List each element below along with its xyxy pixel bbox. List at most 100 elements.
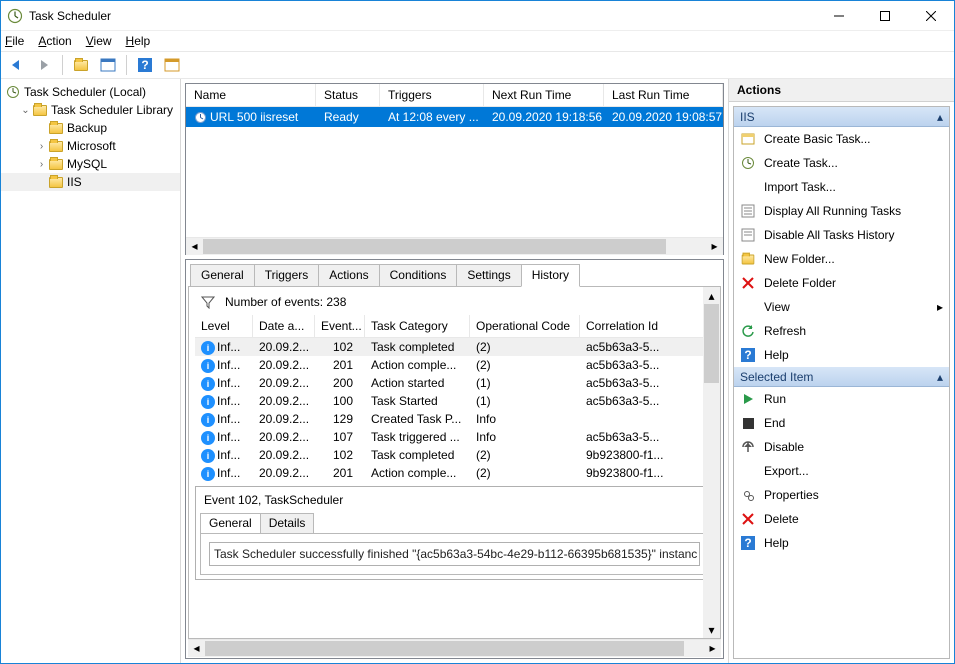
- action-refresh[interactable]: Refresh: [734, 319, 949, 343]
- action-create-basic-task[interactable]: Create Basic Task...: [734, 127, 949, 151]
- clock-icon: [5, 84, 21, 100]
- svg-text:?: ?: [141, 58, 148, 72]
- tree-root-label: Task Scheduler (Local): [24, 85, 146, 99]
- event-message: Task Scheduler successfully finished "{a…: [209, 542, 700, 566]
- history-col-date[interactable]: Date a...: [253, 315, 315, 337]
- task-status: Ready: [316, 108, 380, 126]
- tree-library[interactable]: ⌄ Task Scheduler Library: [1, 101, 180, 119]
- event-count-label: Number of events: 238: [225, 295, 346, 309]
- tree-item-mysql[interactable]: ›MySQL: [1, 155, 180, 173]
- column-next[interactable]: Next Run Time: [484, 84, 604, 106]
- history-col-corr[interactable]: Correlation Id: [580, 315, 714, 337]
- tree-library-label: Task Scheduler Library: [51, 103, 173, 117]
- close-button[interactable]: [908, 1, 954, 31]
- history-row[interactable]: iInf...20.09.2...102Task completed(2)9b9…: [195, 446, 714, 464]
- svg-text:?: ?: [744, 536, 751, 550]
- svg-text:?: ?: [744, 348, 751, 362]
- action-disable[interactable]: Disable: [734, 435, 949, 459]
- task-list-panel: Name Status Triggers Next Run Time Last …: [185, 83, 724, 255]
- extra-panel-button[interactable]: [160, 54, 184, 76]
- task-detail-panel: General Triggers Actions Conditions Sett…: [185, 259, 724, 659]
- history-row[interactable]: iInf...20.09.2...129Created Task P...Inf…: [195, 410, 714, 428]
- up-button[interactable]: [69, 54, 93, 76]
- task-triggers: At 12:08 every ...: [380, 108, 484, 126]
- subtab-general[interactable]: General: [200, 513, 261, 533]
- tree-item-microsoft[interactable]: ›Microsoft: [1, 137, 180, 155]
- menu-file[interactable]: File: [5, 34, 24, 48]
- column-triggers[interactable]: Triggers: [380, 84, 484, 106]
- detail-hscroll[interactable]: ◂▸: [188, 639, 721, 656]
- tab-history[interactable]: History: [521, 264, 580, 287]
- actions-section-selected[interactable]: Selected Item ▴: [734, 367, 949, 387]
- tree-item-backup[interactable]: Backup: [1, 119, 180, 137]
- action-export[interactable]: Export...: [734, 459, 949, 483]
- subtab-details[interactable]: Details: [260, 513, 315, 533]
- history-row[interactable]: iInf...20.09.2...100Task Started(1)ac5b6…: [195, 392, 714, 410]
- history-row[interactable]: iInf...20.09.2...107Task triggered ...In…: [195, 428, 714, 446]
- history-row[interactable]: iInf...20.09.2...201Action comple...(2)9…: [195, 464, 714, 482]
- task-next: 20.09.2020 19:18:56: [484, 108, 604, 126]
- task-last: 20.09.2020 19:08:57: [604, 108, 723, 126]
- action-disable-all-tasks-history[interactable]: Disable All Tasks History: [734, 223, 949, 247]
- action-new-folder[interactable]: New Folder...: [734, 247, 949, 271]
- back-button[interactable]: [5, 54, 29, 76]
- actions-pane: Actions IIS ▴ Create Basic Task...Create…: [729, 79, 954, 663]
- tab-triggers[interactable]: Triggers: [254, 264, 320, 287]
- action-end[interactable]: End: [734, 411, 949, 435]
- menubar: File Action View Help: [1, 31, 954, 51]
- task-name: URL 500 iisreset: [210, 110, 298, 124]
- action-import-task[interactable]: Import Task...: [734, 175, 949, 199]
- history-row[interactable]: iInf...20.09.2...200Action started(1)ac5…: [195, 374, 714, 392]
- task-clock-icon: [194, 111, 207, 124]
- actions-title: Actions: [729, 79, 954, 102]
- tab-actions[interactable]: Actions: [318, 264, 379, 287]
- action-properties[interactable]: Properties: [734, 483, 949, 507]
- history-row[interactable]: iInf...20.09.2...102Task completed(2)ac5…: [195, 338, 714, 356]
- history-col-event[interactable]: Event...: [315, 315, 365, 337]
- column-name[interactable]: Name: [186, 84, 316, 106]
- maximize-button[interactable]: [862, 1, 908, 31]
- expand-icon[interactable]: ›: [35, 141, 48, 152]
- tree-root[interactable]: Task Scheduler (Local): [1, 83, 180, 101]
- action-display-all-running-tasks[interactable]: Display All Running Tasks: [734, 199, 949, 223]
- task-row[interactable]: URL 500 iisreset Ready At 12:08 every ..…: [186, 107, 723, 127]
- toolbar: ?: [1, 51, 954, 79]
- filter-icon[interactable]: [201, 295, 215, 309]
- column-status[interactable]: Status: [316, 84, 380, 106]
- menu-view[interactable]: View: [86, 34, 112, 48]
- collapse-icon: ▴: [937, 370, 943, 384]
- action-create-task[interactable]: Create Task...: [734, 151, 949, 175]
- window-title: Task Scheduler: [29, 9, 816, 23]
- help-toolbar-button[interactable]: ?: [133, 54, 157, 76]
- column-last[interactable]: Last Run Time: [604, 84, 723, 106]
- actions-section-iis[interactable]: IIS ▴: [734, 107, 949, 127]
- history-col-category[interactable]: Task Category: [365, 315, 470, 337]
- history-vscroll[interactable]: ▴ ▾: [703, 287, 720, 638]
- show-panel-button[interactable]: [96, 54, 120, 76]
- tab-general[interactable]: General: [190, 264, 255, 287]
- tree-panel: Task Scheduler (Local) ⌄ Task Scheduler …: [1, 79, 181, 663]
- expand-icon[interactable]: ›: [35, 159, 48, 170]
- history-col-level[interactable]: Level: [195, 315, 253, 337]
- tab-settings[interactable]: Settings: [456, 264, 521, 287]
- collapse-icon[interactable]: ⌄: [19, 105, 32, 116]
- tree-item-iis[interactable]: IIS: [1, 173, 180, 191]
- action-view[interactable]: View▸: [734, 295, 949, 319]
- app-icon: [7, 8, 23, 24]
- collapse-icon: ▴: [937, 110, 943, 124]
- history-row[interactable]: iInf...20.09.2...201Action comple...(2)a…: [195, 356, 714, 374]
- action-run[interactable]: Run: [734, 387, 949, 411]
- menu-help[interactable]: Help: [126, 34, 151, 48]
- tab-conditions[interactable]: Conditions: [379, 264, 458, 287]
- action-delete-folder[interactable]: Delete Folder: [734, 271, 949, 295]
- history-col-opcode[interactable]: Operational Code: [470, 315, 580, 337]
- minimize-button[interactable]: [816, 1, 862, 31]
- action-delete[interactable]: Delete: [734, 507, 949, 531]
- task-list-hscroll[interactable]: ◂▸: [186, 237, 723, 254]
- forward-button[interactable]: [32, 54, 56, 76]
- action-help[interactable]: ?Help: [734, 531, 949, 555]
- folder-library-icon: [32, 102, 48, 118]
- event-detail-header: Event 102, TaskScheduler: [200, 491, 709, 509]
- menu-action[interactable]: Action: [38, 34, 71, 48]
- action-help[interactable]: ?Help: [734, 343, 949, 367]
